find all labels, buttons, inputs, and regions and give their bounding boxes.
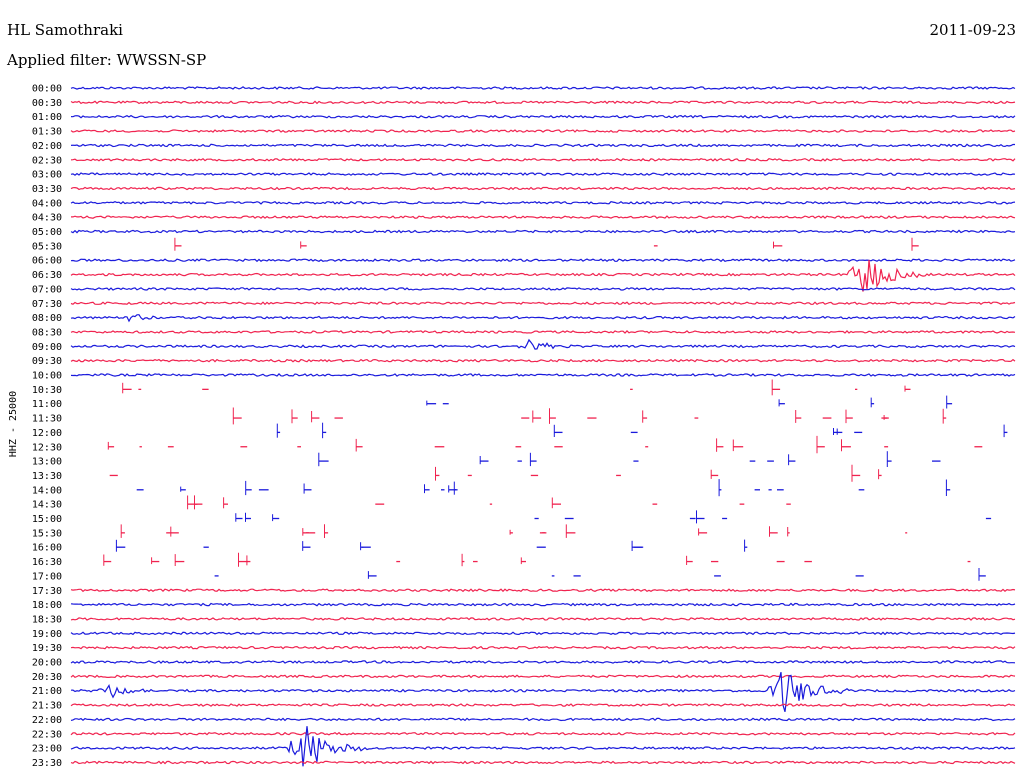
row-label: 03:30 — [32, 184, 62, 195]
clipped-trace-row — [276, 422, 1008, 439]
row-labels: 00:00 00:30 01:00 01:30 02:00 02:30 03:00 03:30… — [32, 84, 62, 769]
row-label: 22:30 — [32, 729, 62, 740]
clipped-trace-row — [214, 568, 986, 581]
trace-row — [70, 301, 1016, 306]
row-label: 16:00 — [32, 543, 62, 554]
row-label: 12:00 — [32, 428, 62, 439]
row-label: 06:00 — [32, 256, 62, 267]
row-label: 07:30 — [32, 299, 62, 310]
row-label: 18:30 — [32, 614, 62, 625]
row-label: 19:00 — [32, 629, 62, 640]
row-label: 07:00 — [32, 284, 62, 295]
trace-row — [70, 129, 1016, 133]
trace-row — [70, 731, 1016, 736]
trace-row — [70, 258, 1016, 263]
row-label: 11:00 — [32, 399, 62, 410]
y-axis-label: HHZ - 25000 — [8, 391, 19, 457]
trace-row — [70, 100, 1016, 105]
row-label: 04:00 — [32, 198, 62, 209]
trace-row — [70, 645, 1016, 650]
trace-row — [70, 588, 1016, 593]
trace-row — [70, 330, 1016, 334]
row-label: 18:00 — [32, 600, 62, 611]
row-label: 11:30 — [32, 414, 62, 425]
row-label: 13:30 — [32, 471, 62, 482]
clipped-trace-row — [187, 495, 791, 510]
trace-row — [70, 287, 1016, 291]
clipped-trace-row — [426, 395, 953, 409]
trace-row — [70, 172, 1016, 176]
trace-row — [70, 674, 1016, 679]
row-label: 00:00 — [32, 84, 62, 95]
trace-row — [70, 114, 1016, 119]
row-label: 20:00 — [32, 658, 62, 669]
trace-row — [70, 717, 1016, 722]
row-label: 08:30 — [32, 327, 62, 338]
trace-row — [70, 338, 1016, 350]
trace-row — [70, 660, 1016, 664]
trace-row — [70, 157, 1016, 162]
row-label: 01:00 — [32, 112, 62, 123]
clipped-trace-row — [115, 539, 748, 552]
trace-row — [70, 200, 1016, 205]
row-label: 02:00 — [32, 141, 62, 152]
row-label: 08:00 — [32, 313, 62, 324]
clipped-trace-row — [109, 464, 882, 482]
clipped-trace-row — [232, 407, 947, 425]
row-label: 10:30 — [32, 385, 62, 396]
clipped-trace-row — [120, 524, 908, 538]
row-label: 22:00 — [32, 715, 62, 726]
trace-row — [70, 373, 1016, 377]
trace-row — [70, 186, 1016, 191]
row-label: 23:30 — [32, 758, 62, 769]
clipped-trace-row — [122, 379, 911, 396]
row-label: 05:00 — [32, 227, 62, 238]
row-label: 16:30 — [32, 557, 62, 568]
row-label: 20:30 — [32, 672, 62, 683]
trace-row — [70, 259, 1016, 292]
clipped-trace-row — [174, 237, 919, 251]
clipped-trace-row — [136, 479, 951, 497]
row-label: 21:30 — [32, 701, 62, 712]
clipped-trace-row — [103, 552, 971, 567]
trace-row — [70, 703, 1016, 707]
row-label: 14:00 — [32, 485, 62, 496]
trace-row — [70, 631, 1016, 636]
row-label: 14:30 — [32, 500, 62, 511]
row-label: 10:00 — [32, 371, 62, 382]
row-label: 23:00 — [32, 744, 62, 755]
row-label: 19:30 — [32, 643, 62, 654]
trace-row — [70, 358, 1016, 363]
clipped-trace-row — [235, 510, 992, 524]
row-label: 03:00 — [32, 170, 62, 181]
row-label: 09:00 — [32, 342, 62, 353]
row-label: 09:30 — [32, 356, 62, 367]
row-label: 00:30 — [32, 98, 62, 109]
trace-row — [70, 617, 1016, 621]
trace-row — [70, 86, 1016, 90]
row-label: 15:00 — [32, 514, 62, 525]
row-label: 04:30 — [32, 213, 62, 224]
helicorder-plot: 00:00 00:30 01:00 01:30 02:00 02:30 03:00 03:30… — [8, 84, 1016, 769]
trace-row — [70, 602, 1016, 607]
trace-row — [70, 726, 1016, 767]
row-label: 01:30 — [32, 127, 62, 138]
row-label: 02:30 — [32, 155, 62, 166]
trace-row — [70, 143, 1015, 148]
seismic-traces — [70, 86, 1016, 767]
trace-row — [70, 760, 1016, 765]
row-label: 17:30 — [32, 586, 62, 597]
trace-row — [70, 229, 1016, 234]
row-label: 17:00 — [32, 571, 62, 582]
trace-row — [70, 314, 1016, 323]
row-label: 12:30 — [32, 442, 62, 453]
clipped-trace-row — [318, 451, 941, 467]
row-label: 21:00 — [32, 686, 62, 697]
trace-row — [71, 215, 1016, 219]
clipped-trace-row — [107, 435, 983, 454]
row-label: 15:30 — [32, 528, 62, 539]
row-label: 13:00 — [32, 457, 62, 468]
row-label: 05:30 — [32, 241, 62, 252]
row-label: 06:30 — [32, 270, 62, 281]
